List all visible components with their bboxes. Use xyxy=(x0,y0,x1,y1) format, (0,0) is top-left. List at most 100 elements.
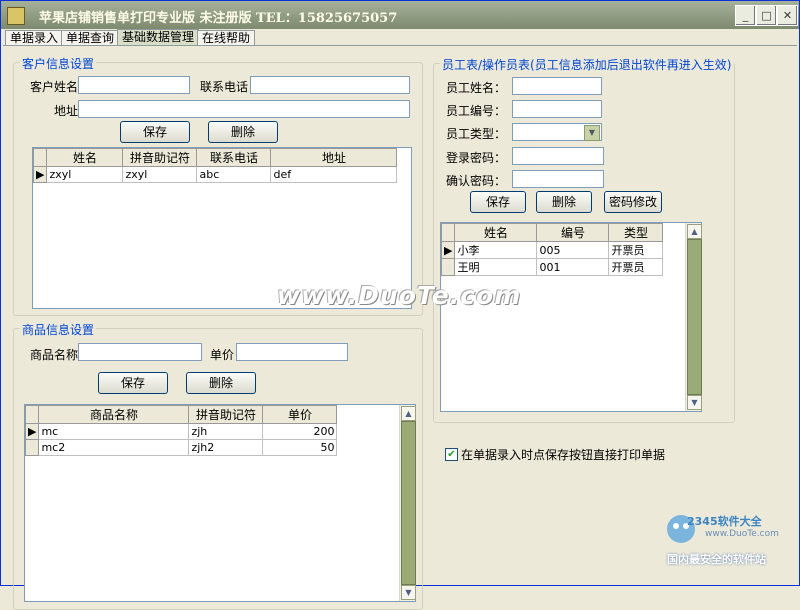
table-row[interactable]: ▶ 小李 005 开票员 xyxy=(440,241,664,259)
tab-content: 客户信息设置 客户姓名 联系电话 地址 保存 删除 姓名 拼音助记符 联系电话 … xyxy=(3,45,797,610)
customer-name-input[interactable] xyxy=(78,76,190,94)
staff-id-input[interactable] xyxy=(512,100,602,118)
col-header-staff-type[interactable]: 类型 xyxy=(608,223,664,242)
col-header-staff-name[interactable]: 姓名 xyxy=(454,223,538,242)
app-icon xyxy=(7,7,25,25)
site-logo: 2345软件大全 www.DuoTe.com 国内最安全的软件站 xyxy=(661,507,799,581)
col-header-phone[interactable]: 联系电话 xyxy=(196,148,272,167)
cell[interactable]: 200 xyxy=(262,423,338,440)
cell[interactable]: 005 xyxy=(536,241,610,259)
product-delete-button[interactable]: 删除 xyxy=(186,372,256,394)
cell[interactable]: zjh xyxy=(188,423,264,440)
scroll-up-icon[interactable]: ▲ xyxy=(687,224,702,239)
col-header-staff-id[interactable]: 编号 xyxy=(536,223,610,242)
scroll-up-icon[interactable]: ▲ xyxy=(401,406,416,421)
print-on-save-label: 在单据录入时点保存按钮直接打印单据 xyxy=(461,448,666,462)
cell[interactable]: 小李 xyxy=(454,241,538,259)
product-name-input[interactable] xyxy=(78,343,202,361)
maximize-button[interactable]: □ xyxy=(756,5,777,26)
row-pointer-icon: ▶ xyxy=(440,241,456,259)
customer-address-label: 地址 xyxy=(54,104,79,118)
customer-grid: 姓名 拼音助记符 联系电话 地址 ▶ zxyl zxyl abc def xyxy=(32,148,398,183)
cell[interactable]: zxyl xyxy=(122,166,198,183)
cell[interactable]: def xyxy=(270,166,398,183)
col-header-name[interactable]: 姓名 xyxy=(46,148,124,167)
table-row[interactable]: mc2 zjh2 50 xyxy=(24,439,338,456)
cell[interactable]: 开票员 xyxy=(608,241,664,259)
staff-type-select[interactable]: ▼ xyxy=(512,123,602,141)
scroll-thumb[interactable] xyxy=(687,239,702,395)
customer-address-input[interactable] xyxy=(78,100,410,118)
cell[interactable]: mc xyxy=(38,423,190,440)
customer-phone-label: 联系电话 xyxy=(200,80,249,94)
tab-basic-data[interactable]: 基础数据管理 xyxy=(117,29,200,46)
cell[interactable]: 001 xyxy=(536,258,610,276)
col-header-address[interactable]: 地址 xyxy=(270,148,398,167)
customer-delete-button[interactable]: 删除 xyxy=(208,121,278,143)
product-table[interactable]: 商品名称 拼音助记符 单价 ▶ mc zjh 200 mc2 zjh2 50 ▲… xyxy=(24,404,416,602)
customer-name-label: 客户姓名 xyxy=(30,80,79,94)
table-row[interactable]: ▶ zxyl zxyl abc def xyxy=(32,166,398,183)
title-bar: 苹果店铺销售单打印专业版 未注册版 TEL：15825675057 _ □ ✕ xyxy=(1,1,799,29)
staff-name-input[interactable] xyxy=(512,77,602,95)
confirm-password-label: 确认密码： xyxy=(446,174,507,188)
logo-url: www.DuoTe.com xyxy=(705,529,779,539)
product-scrollbar[interactable]: ▲ ▼ xyxy=(399,405,416,601)
staff-id-label: 员工编号： xyxy=(446,104,507,118)
cell[interactable]: mc2 xyxy=(38,439,190,456)
staff-save-button[interactable]: 保存 xyxy=(470,191,526,213)
login-password-label: 登录密码： xyxy=(446,151,507,165)
cell[interactable]: zjh2 xyxy=(188,439,264,456)
product-save-button[interactable]: 保存 xyxy=(98,372,168,394)
logo-tagline: 国内最安全的软件站 xyxy=(667,553,766,566)
minimize-button[interactable]: _ xyxy=(735,5,756,26)
tab-document-entry[interactable]: 单据录入 xyxy=(5,30,64,46)
staff-delete-button[interactable]: 删除 xyxy=(536,191,592,213)
print-on-save-checkbox[interactable]: ✔ xyxy=(445,448,458,461)
row-indicator-header xyxy=(32,148,48,167)
login-password-input[interactable] xyxy=(512,147,604,165)
product-grid: 商品名称 拼音助记符 单价 ▶ mc zjh 200 mc2 zjh2 50 xyxy=(24,405,338,456)
col-header-price[interactable]: 单价 xyxy=(262,405,338,424)
scroll-down-icon[interactable]: ▼ xyxy=(687,395,702,410)
customer-phone-input[interactable] xyxy=(250,76,410,94)
table-row[interactable]: ▶ mc zjh 200 xyxy=(24,423,338,440)
staff-grid: 姓名 编号 类型 ▶ 小李 005 开票员 王明 001 开票员 xyxy=(440,223,664,276)
row-indicator-header xyxy=(24,405,40,424)
close-button[interactable]: ✕ xyxy=(777,5,798,26)
scroll-down-icon[interactable]: ▼ xyxy=(401,585,416,600)
staff-table[interactable]: 姓名 编号 类型 ▶ 小李 005 开票员 王明 001 开票员 ▲ ▼ xyxy=(440,222,702,412)
cell[interactable]: abc xyxy=(196,166,272,183)
customer-group: 客户信息设置 客户姓名 联系电话 地址 保存 删除 姓名 拼音助记符 联系电话 … xyxy=(13,55,423,316)
tab-online-help[interactable]: 在线帮助 xyxy=(197,30,256,46)
row-indicator xyxy=(440,258,456,276)
product-price-label: 单价 xyxy=(210,348,235,362)
customer-legend: 客户信息设置 xyxy=(20,55,97,72)
product-price-input[interactable] xyxy=(236,343,348,361)
staff-scrollbar[interactable]: ▲ ▼ xyxy=(685,223,702,411)
cell[interactable]: zxyl xyxy=(46,166,124,183)
confirm-password-input[interactable] xyxy=(512,170,604,188)
row-indicator-header xyxy=(440,223,456,242)
window-title: 苹果店铺销售单打印专业版 未注册版 TEL：15825675057 xyxy=(39,11,398,26)
staff-group: 员工表/操作员表(员工信息添加后退出软件再进入生效) 员工姓名： 员工编号： 员… xyxy=(433,56,735,423)
col-header-pinyin[interactable]: 拼音助记符 xyxy=(122,148,198,167)
change-password-button[interactable]: 密码修改 xyxy=(604,191,662,213)
customer-save-button[interactable]: 保存 xyxy=(120,121,190,143)
row-pointer-icon: ▶ xyxy=(32,166,48,183)
logo-brand: 2345软件大全 xyxy=(687,515,762,528)
staff-type-label: 员工类型： xyxy=(446,127,507,141)
col-header-product-name[interactable]: 商品名称 xyxy=(38,405,190,424)
table-row[interactable]: 王明 001 开票员 xyxy=(440,258,664,276)
watermark-text: www.DuoTe.com xyxy=(277,281,522,310)
row-pointer-icon: ▶ xyxy=(24,423,40,440)
chevron-down-icon[interactable]: ▼ xyxy=(584,125,600,141)
tab-document-query[interactable]: 单据查询 xyxy=(61,30,120,46)
product-group: 商品信息设置 商品名称 单价 保存 删除 商品名称 拼音助记符 单价 ▶ mc … xyxy=(13,321,423,610)
col-header-pinyin[interactable]: 拼音助记符 xyxy=(188,405,264,424)
scroll-thumb[interactable] xyxy=(401,421,416,585)
cell[interactable]: 50 xyxy=(262,439,338,456)
cell[interactable]: 开票员 xyxy=(608,258,664,276)
product-name-label: 商品名称 xyxy=(30,348,79,362)
cell[interactable]: 王明 xyxy=(454,258,538,276)
